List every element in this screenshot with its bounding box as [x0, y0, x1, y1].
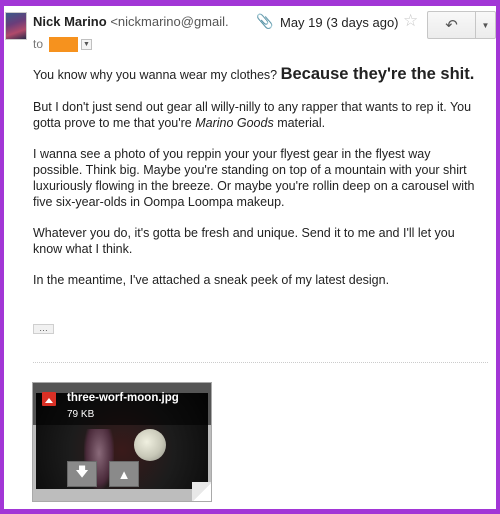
- paragraph-1-emphasis: Because they're the shit.: [280, 65, 475, 83]
- paragraph-2-end: material.: [273, 116, 326, 130]
- more-actions-button[interactable]: ▼: [476, 12, 495, 38]
- sender-name[interactable]: Nick Marino: [33, 14, 107, 29]
- paragraph-2: But I don't just send out gear all willy…: [33, 99, 483, 131]
- paragraph-1-text: You know why you wanna wear my clothes?: [33, 68, 281, 82]
- sender-avatar[interactable]: [5, 12, 27, 40]
- star-icon[interactable]: ☆: [403, 11, 418, 31]
- reply-button-group: ↶ ▼: [427, 11, 496, 39]
- paragraph-1: You know why you wanna wear my clothes? …: [33, 64, 483, 84]
- to-label: to: [33, 37, 44, 51]
- show-trimmed-content-button[interactable]: …: [33, 324, 54, 334]
- paragraph-3: I wanna see a photo of you reppin your y…: [33, 147, 475, 209]
- message-body: You know why you wanna wear my clothes? …: [33, 64, 483, 303]
- paperclip-icon: 📎: [256, 13, 274, 29]
- download-icon: 🡇: [75, 464, 89, 479]
- attachment-divider: [33, 362, 488, 363]
- download-button[interactable]: 🡇: [67, 461, 97, 487]
- paragraph-2-italic: Marino Goods: [195, 116, 274, 130]
- paragraph-4: Whatever you do, it's gotta be fresh and…: [33, 226, 455, 256]
- attachment-size: 79 KB: [67, 409, 95, 420]
- image-file-icon: [42, 392, 56, 406]
- recipient-details-toggle[interactable]: ▼: [81, 38, 93, 50]
- recipient-row: to ▼: [33, 36, 93, 52]
- recipient-redacted: [49, 36, 79, 52]
- window-frame-bottom: [0, 509, 500, 514]
- attachment-info-overlay: three-worf-moon.jpg 79 KB: [33, 383, 211, 425]
- sender-email: <nickmarino@gmail.: [110, 14, 229, 29]
- reply-button[interactable]: ↶: [428, 12, 476, 38]
- drive-icon: ▲: [117, 466, 131, 482]
- attachment-filename: three-worf-moon.jpg: [67, 392, 179, 404]
- window-frame-left: [0, 0, 4, 514]
- paragraph-5: In the meantime, I've attached a sneak p…: [33, 273, 390, 287]
- reply-icon: ↶: [445, 17, 458, 34]
- thumbnail-moon: [134, 429, 166, 461]
- chevron-down-icon: ▼: [481, 20, 490, 30]
- window-frame-right: [496, 0, 500, 514]
- window-frame-top: [0, 0, 500, 6]
- message-date[interactable]: May 19 (3 days ago): [280, 15, 399, 30]
- page-fold-corner: [192, 482, 211, 501]
- attachment-card[interactable]: three-worf-moon.jpg 79 KB 🡇 ▲: [32, 382, 212, 502]
- save-to-drive-button[interactable]: ▲: [109, 461, 139, 487]
- sender-line: Nick Marino <nickmarino@gmail.: [33, 14, 238, 30]
